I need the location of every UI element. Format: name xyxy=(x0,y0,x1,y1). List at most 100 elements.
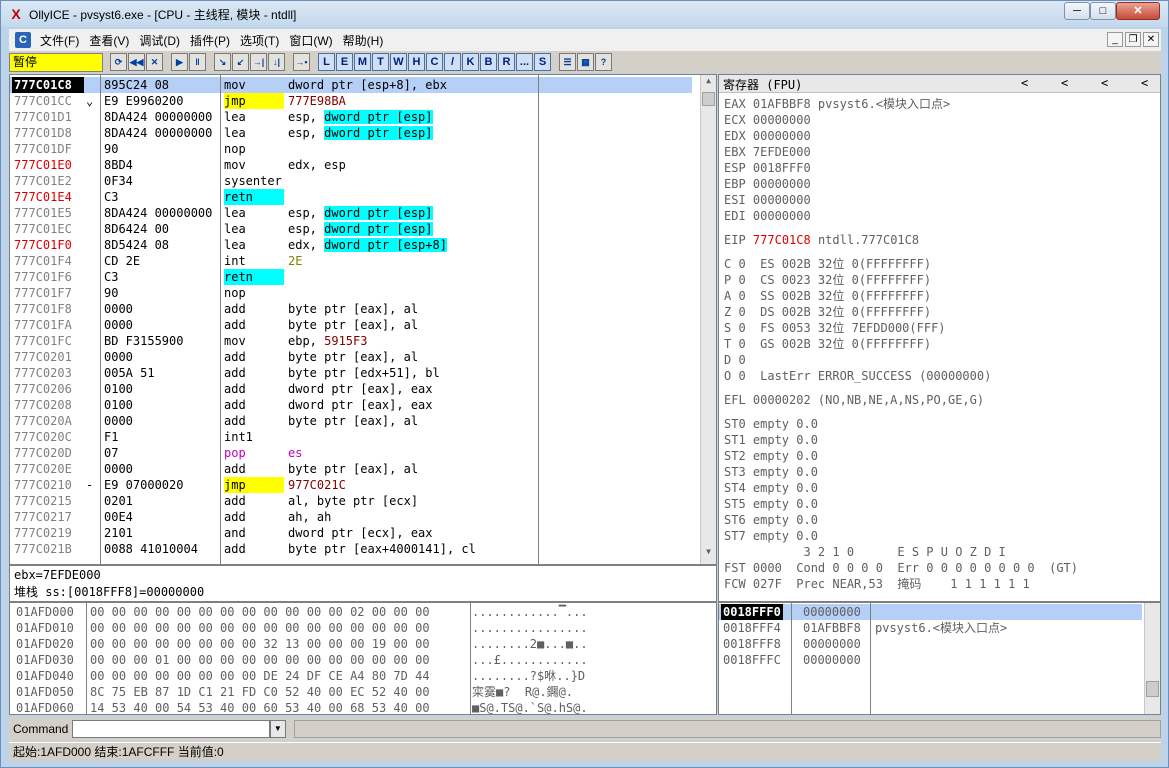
disasm-row[interactable]: 777C020C F1 int1 xyxy=(10,429,710,445)
registers-header[interactable]: 寄存器 (FPU) < < < < xyxy=(719,75,1160,93)
disassembly-panel[interactable]: 777C01C8 895C24 08 mov dword ptr [esp+8], e… xyxy=(9,74,717,565)
disasm-row[interactable]: 777C01F0 8D5424 08 lea edx, dword ptr [esp+… xyxy=(10,237,710,253)
disasm-row[interactable]: 777C01F4 CD 2E int 2E xyxy=(10,253,710,269)
disasm-row[interactable]: 777C020D 07 pop es xyxy=(10,445,710,461)
close-button[interactable]: ✕ xyxy=(1116,2,1160,20)
dump-row[interactable]: 01AFD000 00 00 00 00 00 00 00 00 00 00 00… xyxy=(10,604,710,620)
disassembly-scrollbar[interactable]: ▲ ▼ xyxy=(700,75,716,564)
register-eip[interactable]: EIP 777C01C8 ntdll.777C01C8 xyxy=(724,232,919,248)
flag-row[interactable]: O 0 LastErr ERROR_SUCCESS (00000000) xyxy=(724,368,991,384)
disasm-row[interactable]: 777C01D1 8DA424 00000000 lea esp, dword ptr… xyxy=(10,109,710,125)
menu-help[interactable]: 帮助(H) xyxy=(338,32,389,49)
memory-window-button[interactable]: M xyxy=(354,53,371,71)
flag-row[interactable]: S 0 FS 0053 32位 7EFDD000(FFF) xyxy=(724,320,946,336)
flag-row[interactable]: D 0 xyxy=(724,352,746,368)
run-trace-button[interactable]: ... xyxy=(516,53,533,71)
disasm-row[interactable]: 777C01E5 8DA424 00000000 lea esp, dword ptr… xyxy=(10,205,710,221)
disasm-row[interactable]: 777C01EC 8D6424 00 lea esp, dword ptr [esp] xyxy=(10,221,710,237)
flag-row[interactable]: Z 0 DS 002B 32位 0(FFFFFFFF) xyxy=(724,304,931,320)
disasm-row[interactable]: 777C021B 0088 41010004 add byte ptr [eax+40… xyxy=(10,541,710,557)
disasm-row[interactable]: 777C0217 00E4 add ah, ah xyxy=(10,509,710,525)
fpu-status-row[interactable]: FST 0000 Cond 0 0 0 0 Err 0 0 0 0 0 0 0 … xyxy=(724,560,1078,576)
menu-file[interactable]: 文件(F) xyxy=(35,32,84,49)
register-row[interactable]: ESP 0018FFF0 xyxy=(724,160,811,176)
disasm-row[interactable]: 777C020A 0000 add byte ptr [eax], al xyxy=(10,413,710,429)
mdi-restore-button[interactable]: ❐ xyxy=(1125,32,1141,47)
register-row[interactable]: ESI 00000000 xyxy=(724,192,811,208)
stack-row[interactable]: 0018FFF8 00000000 xyxy=(719,636,1142,652)
dump-row[interactable]: 01AFD030 00 00 00 01 00 00 00 00 00 00 00… xyxy=(10,652,710,668)
grid-icon[interactable]: ▦ xyxy=(577,53,594,71)
registers-panel[interactable]: 寄存器 (FPU) < < < < EAX 01AFBBF8 pvsyst6.<… xyxy=(718,74,1161,602)
reg-arrow-icon[interactable]: < xyxy=(1141,76,1148,90)
fpu-register-row[interactable]: ST3 empty 0.0 xyxy=(724,464,818,480)
disasm-row[interactable]: 777C01CC ⌄ E9 E9960200 jmp 777E98BA xyxy=(10,93,710,109)
menu-debug[interactable]: 调试(D) xyxy=(134,32,185,49)
register-row[interactable]: ECX 00000000 xyxy=(724,112,811,128)
fpu-register-row[interactable]: ST0 empty 0.0 xyxy=(724,416,818,432)
register-row[interactable]: EDI 00000000 xyxy=(724,208,811,224)
close-process-icon[interactable]: ✕ xyxy=(146,53,163,71)
disasm-row[interactable]: 777C0206 0100 add dword ptr [eax], eax xyxy=(10,381,710,397)
pause-icon[interactable]: ‖ xyxy=(189,53,206,71)
disasm-row[interactable]: 777C0201 0000 add byte ptr [eax], al xyxy=(10,349,710,365)
cpu-window-button[interactable]: C xyxy=(426,53,443,71)
command-input[interactable] xyxy=(72,720,270,738)
log-window-button[interactable]: L xyxy=(318,53,335,71)
command-dropdown-icon[interactable]: ▼ xyxy=(269,720,286,738)
disasm-row[interactable]: 777C020E 0000 add byte ptr [eax], al xyxy=(10,461,710,477)
run-icon[interactable]: ▶ xyxy=(171,53,188,71)
execute-till-return-icon[interactable]: →▪ xyxy=(293,53,310,71)
disasm-row[interactable]: 777C0203 005A 51 add byte ptr [edx+51], bl xyxy=(10,365,710,381)
breakpoints-button[interactable]: B xyxy=(480,53,497,71)
disasm-row[interactable]: 777C0219 2101 and dword ptr [ecx], eax xyxy=(10,525,710,541)
minimize-button[interactable]: ─ xyxy=(1064,2,1090,20)
threads-window-button[interactable]: T xyxy=(372,53,389,71)
dump-row[interactable]: 01AFD060 14 53 40 00 54 53 40 00 60 53 40… xyxy=(10,700,710,714)
step-into-icon[interactable]: ↘ xyxy=(214,53,231,71)
register-row[interactable]: EBX 7EFDE000 xyxy=(724,144,811,160)
menu-plugins[interactable]: 插件(P) xyxy=(185,32,235,49)
register-row[interactable]: EAX 01AFBBF8 pvsyst6.<模块入口点> xyxy=(724,96,950,112)
reg-arrow-icon[interactable]: < xyxy=(1101,76,1108,90)
register-row[interactable]: EDX 00000000 xyxy=(724,128,811,144)
fpu-register-row[interactable]: ST2 empty 0.0 xyxy=(724,448,818,464)
mdi-close-button[interactable]: ✕ xyxy=(1143,32,1159,47)
disasm-row[interactable]: 777C0215 0201 add al, byte ptr [ecx] xyxy=(10,493,710,509)
trace-into-icon[interactable]: →| xyxy=(250,53,267,71)
menu-window[interactable]: 窗口(W) xyxy=(284,32,337,49)
dump-row[interactable]: 01AFD010 00 00 00 00 00 00 00 00 00 00 00… xyxy=(10,620,710,636)
fpu-register-row[interactable]: ST5 empty 0.0 xyxy=(724,496,818,512)
stack-row[interactable]: 0018FFFC 00000000 xyxy=(719,652,1142,668)
maximize-button[interactable]: □ xyxy=(1090,2,1116,20)
dump-row[interactable]: 01AFD040 00 00 00 00 00 00 00 00 DE 24 DF… xyxy=(10,668,710,684)
disasm-row[interactable]: 777C01F6 C3 retn xyxy=(10,269,710,285)
fpu-register-row[interactable]: ST4 empty 0.0 xyxy=(724,480,818,496)
call-stack-button[interactable]: K xyxy=(462,53,479,71)
source-button[interactable]: S xyxy=(534,53,551,71)
disasm-row[interactable]: 777C01E0 8BD4 mov edx, esp xyxy=(10,157,710,173)
register-row[interactable]: EBP 00000000 xyxy=(724,176,811,192)
handles-window-button[interactable]: H xyxy=(408,53,425,71)
stack-row[interactable]: 0018FFF0 00000000 xyxy=(719,604,1142,620)
disasm-row[interactable]: 777C01E4 C3 retn xyxy=(10,189,710,205)
patches-window-button[interactable]: / xyxy=(444,53,461,71)
reg-arrow-icon[interactable]: < xyxy=(1061,76,1068,90)
cpu-window-icon[interactable]: C xyxy=(15,32,31,48)
trace-over-icon[interactable]: ↓| xyxy=(268,53,285,71)
disasm-row[interactable]: 777C01F8 0000 add byte ptr [eax], al xyxy=(10,301,710,317)
flag-row[interactable]: A 0 SS 002B 32位 0(FFFFFFFF) xyxy=(724,288,931,304)
dump-row[interactable]: 01AFD050 8C 75 EB 87 1D C1 21 FD C0 52 40… xyxy=(10,684,710,700)
reg-arrow-icon[interactable]: < xyxy=(1021,76,1028,90)
stack-scrollbar[interactable] xyxy=(1144,603,1160,714)
menu-options[interactable]: 选项(T) xyxy=(235,32,284,49)
references-button[interactable]: R xyxy=(498,53,515,71)
fpu-register-row[interactable]: ST1 empty 0.0 xyxy=(724,432,818,448)
fpu-register-row[interactable]: ST6 empty 0.0 xyxy=(724,512,818,528)
fpu-control-row[interactable]: FCW 027F Prec NEAR,53 掩码 1 1 1 1 1 1 xyxy=(724,576,1030,592)
step-over-icon[interactable]: ↙ xyxy=(232,53,249,71)
rewind-icon[interactable]: ◀◀ xyxy=(128,53,145,71)
disasm-row[interactable]: 777C01C8 895C24 08 mov dword ptr [esp+8], e… xyxy=(10,77,692,93)
help-icon[interactable]: ? xyxy=(595,53,612,71)
eflags-row[interactable]: EFL 00000202 (NO,NB,NE,A,NS,PO,GE,G) xyxy=(724,392,984,408)
